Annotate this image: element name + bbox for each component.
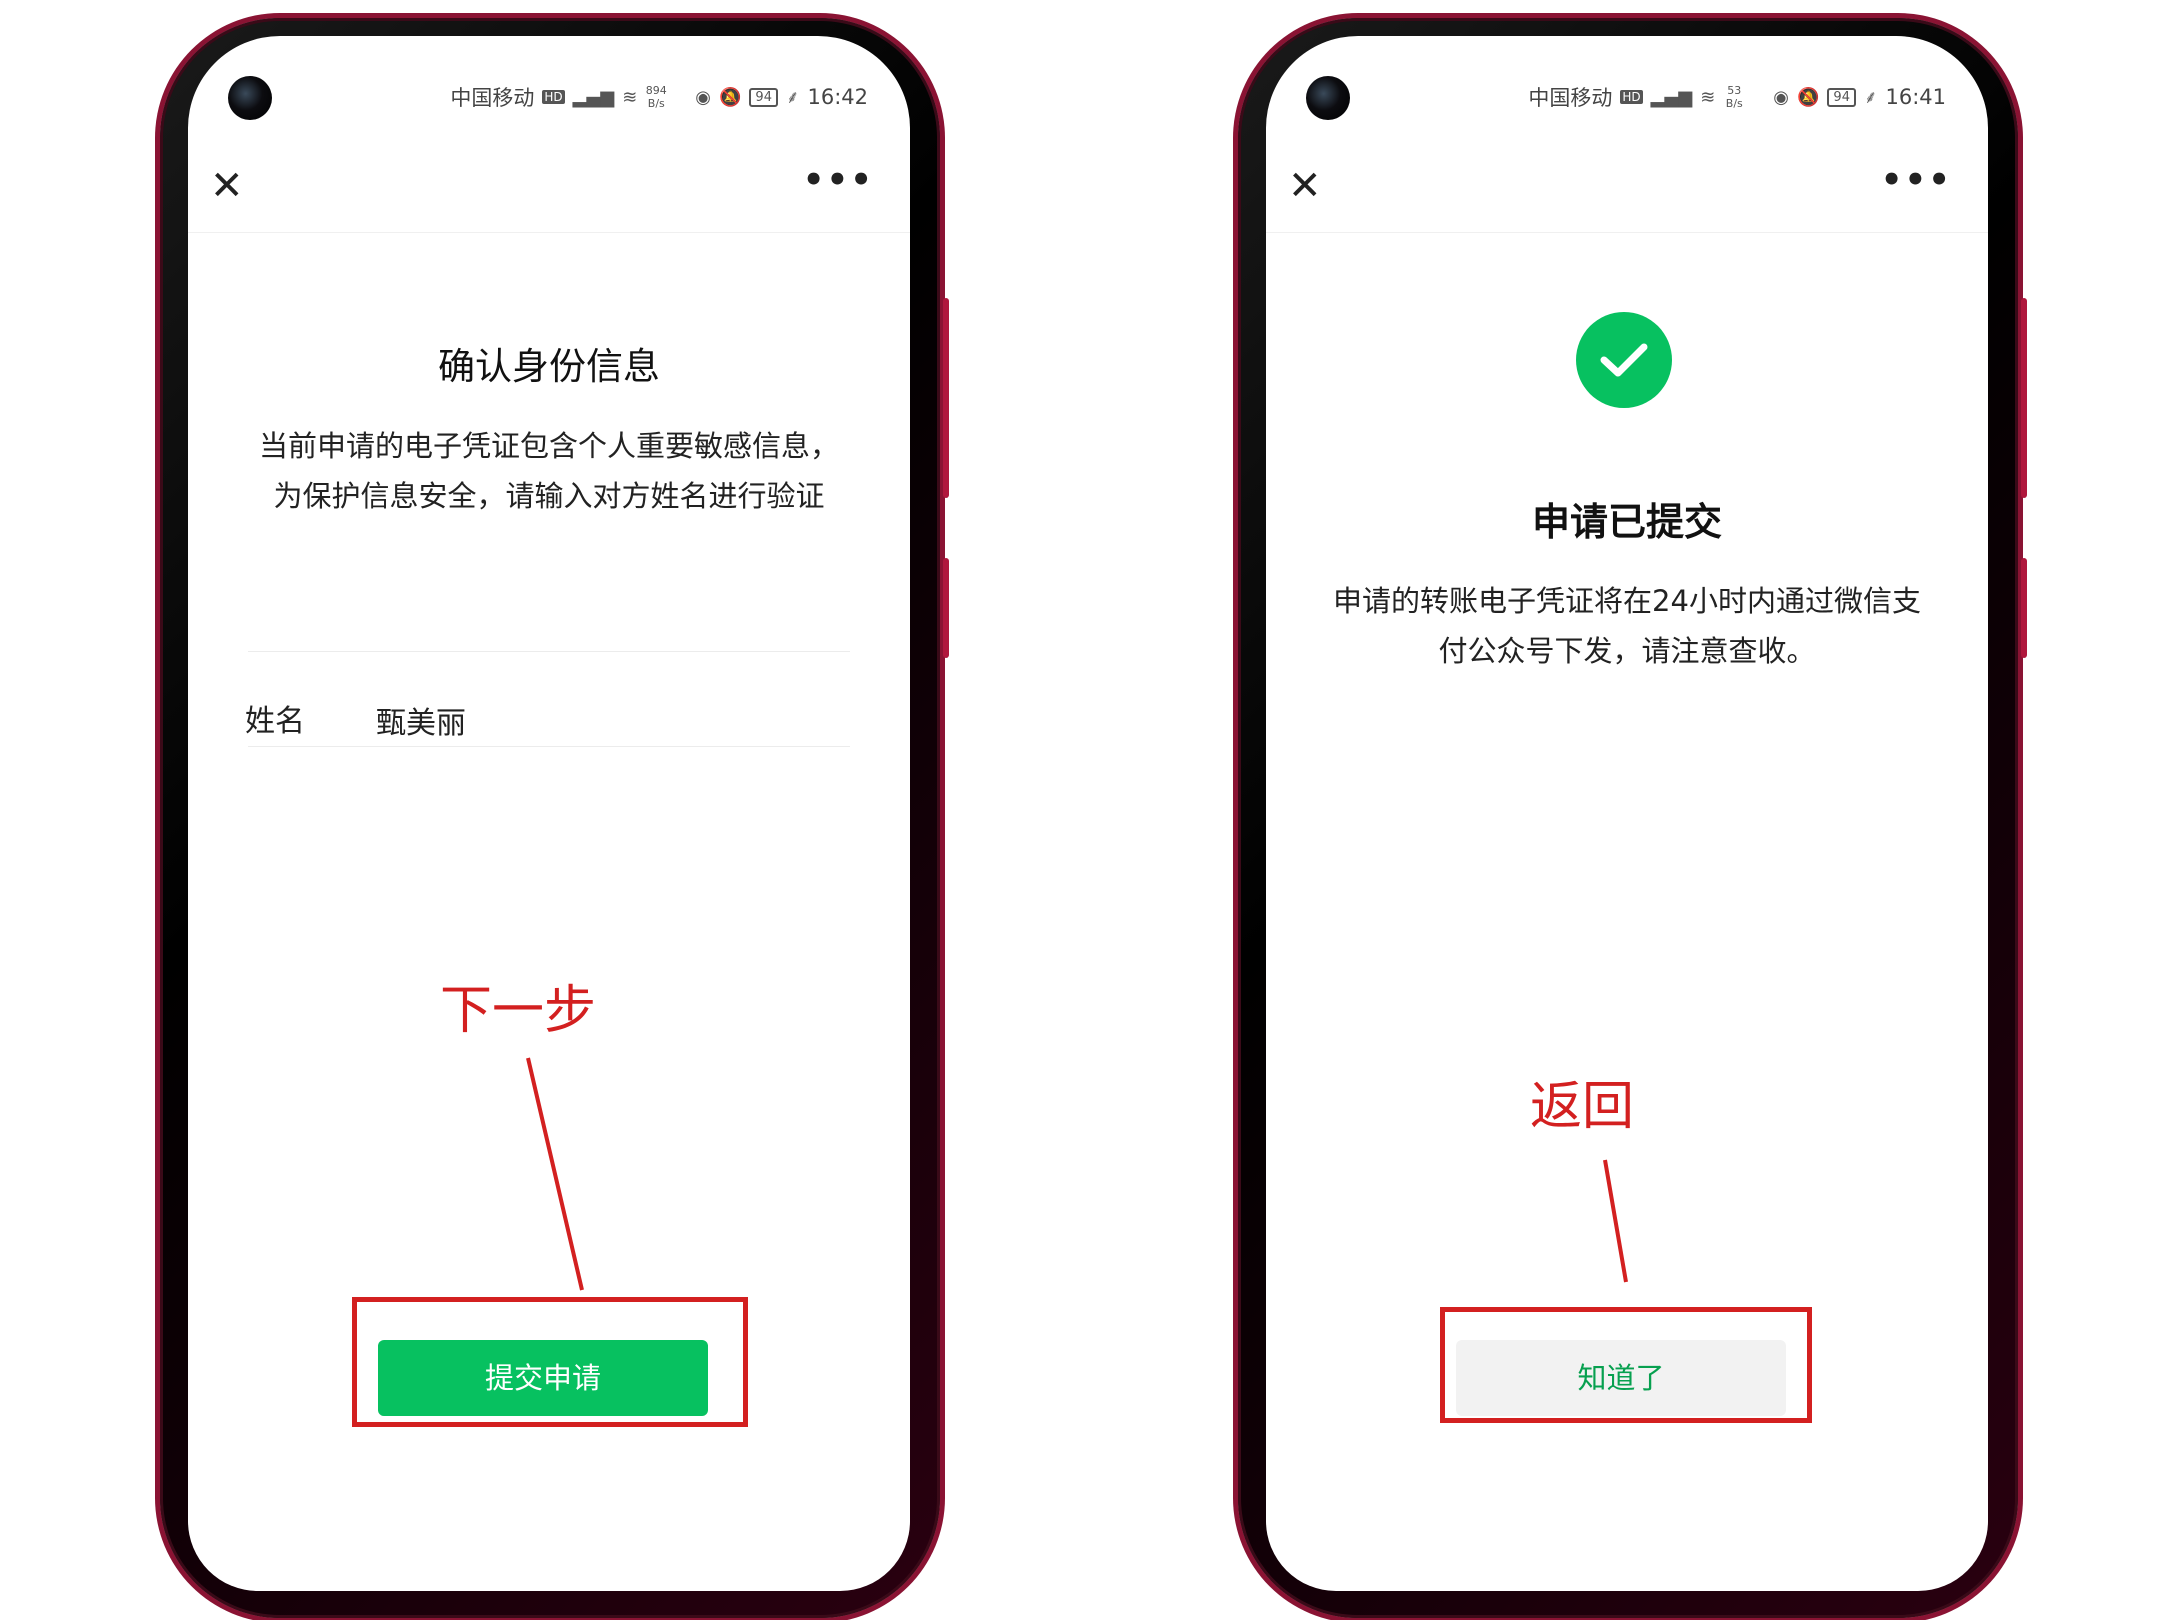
close-icon[interactable]: ✕ [1288,166,1322,206]
power-button [943,298,949,498]
nav-bar: ✕ ••• [1266,146,1988,233]
status-bar: 中国移动 HD ▂▄▆ ≋ 894 B/s ◉ 🔕 94 ⸙ 16:42 [450,82,868,112]
divider [248,746,850,747]
page-title: 申请已提交 [1531,500,1722,544]
annotation-box-submit [352,1297,748,1427]
wifi-icon: ≋ [622,86,638,108]
clock: 16:41 [1885,85,1946,109]
annotation-label-back: 返回 [1530,1077,1635,1137]
carrier-label: 中国移动 [1528,86,1613,110]
more-icon[interactable]: ••• [1881,160,1952,200]
leaf-icon: ⸙ [1863,87,1878,108]
divider [248,651,850,652]
page-description: 申请的转账电子凭证将在24小时内通过微信支付公众号下发，请注意查收。 [1333,584,1921,668]
check-icon [1600,343,1648,377]
volume-button [943,558,949,658]
page-description: 当前申请的电子凭证包含个人重要敏感信息，为保护信息安全，请输入对方姓名进行验证 [258,429,839,513]
more-icon[interactable]: ••• [803,160,874,200]
annotation-box-ok [1440,1307,1812,1423]
hd-icon: HD [1620,90,1643,104]
power-button [2021,298,2027,498]
clock: 16:42 [807,85,868,109]
signal-icon: ▂▄▆ [572,86,615,108]
net-speed: 53 B/s [1725,84,1743,110]
mute-icon: 🔕 [1797,86,1820,108]
camera-icon [228,76,272,120]
close-icon[interactable]: ✕ [210,166,244,206]
leaf-icon: ⸙ [785,87,800,108]
status-bar: 中国移动 HD ▂▄▆ ≋ 53 B/s ◉ 🔕 94 ⸙ 16:41 [1528,82,1946,112]
camera-icon [1306,76,1350,120]
check-circle-icon [1576,312,1672,408]
name-field-label: 姓名 [245,704,305,739]
page-title: 确认身份信息 [438,345,660,388]
hd-icon: HD [542,90,565,104]
name-field[interactable]: 甄美丽 [376,698,466,742]
battery-icon: 94 [749,87,778,107]
eye-icon: ◉ [695,86,711,108]
nav-bar: ✕ ••• [188,146,910,233]
wifi-icon: ≋ [1700,86,1716,108]
battery-icon: 94 [1827,87,1856,107]
volume-button [2021,558,2027,658]
mute-icon: 🔕 [719,86,742,108]
annotation-label-next: 下一步 [440,981,597,1041]
eye-icon: ◉ [1773,86,1789,108]
carrier-label: 中国移动 [450,86,535,110]
net-speed: 894 B/s [645,84,667,110]
signal-icon: ▂▄▆ [1650,86,1693,108]
